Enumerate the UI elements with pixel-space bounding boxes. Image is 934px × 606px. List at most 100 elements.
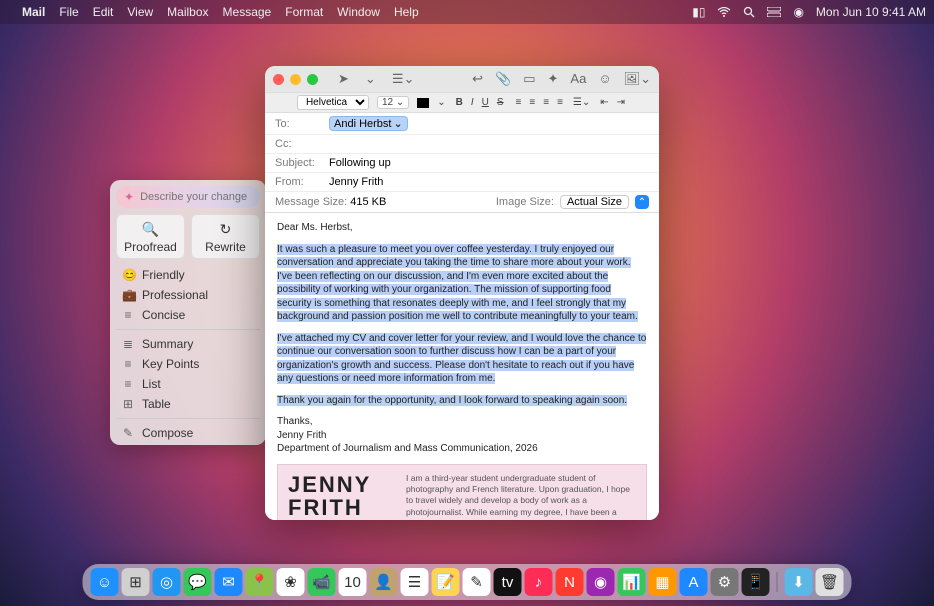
dock-facetime[interactable]: 📹 <box>308 568 336 596</box>
dock-keynote[interactable]: ▦ <box>649 568 677 596</box>
recipient-token[interactable]: Andi Herbst⌄ <box>329 116 408 131</box>
attachment-preview[interactable]: JENNY FRITH I am a third-year student un… <box>277 464 647 521</box>
table-icon: ⊞ <box>122 397 134 411</box>
window-titlebar[interactable]: ➤ ⌄ ☰⌄ ↩ 📎 ▭ ✦ Aa ☺ 🖼⌄ <box>265 66 659 92</box>
message-body[interactable]: Dear Ms. Herbst, It was such a pleasure … <box>265 213 659 520</box>
dock-mail[interactable]: ✉ <box>215 568 243 596</box>
window-maximize[interactable] <box>307 74 318 85</box>
resume-name-line2: FRITH <box>288 496 388 519</box>
dock-downloads[interactable]: ⬇ <box>785 568 813 596</box>
clock[interactable]: Mon Jun 10 9:41 AM <box>816 5 926 19</box>
dock-finder[interactable]: ☺ <box>91 568 119 596</box>
writing-tools-input[interactable] <box>140 191 266 203</box>
align-center[interactable]: ≡ <box>527 97 537 108</box>
from-field[interactable]: Jenny Frith <box>329 176 649 188</box>
rewrite-button[interactable]: ↻ Rewrite <box>191 214 260 259</box>
writing-tools-prompt[interactable]: ✦ <box>116 186 260 208</box>
dock-appstore[interactable]: A <box>680 568 708 596</box>
color-menu[interactable]: ⌄ <box>437 97 445 108</box>
dock-settings[interactable]: ⚙ <box>711 568 739 596</box>
wifi-icon[interactable] <box>717 7 731 17</box>
tone-professional[interactable]: 💼 Professional <box>110 285 266 305</box>
dock-reminders[interactable]: ☰ <box>401 568 429 596</box>
bold-button[interactable]: B <box>454 97 465 108</box>
siri-icon[interactable]: ◉ <box>793 5 803 19</box>
dock-freeform[interactable]: ✎ <box>463 568 491 596</box>
send-menu[interactable]: ⌄ <box>365 71 376 87</box>
to-label: To: <box>275 118 329 130</box>
message-size-value: 415 KB <box>350 196 386 208</box>
align-right[interactable]: ≡ <box>541 97 551 108</box>
battery-icon[interactable]: ▮▯ <box>692 5 705 19</box>
reply-button[interactable]: ↩ <box>472 71 483 87</box>
dock-photos[interactable]: ❀ <box>277 568 305 596</box>
dock-trash[interactable]: 🗑 <box>816 568 844 596</box>
format-button[interactable]: Aa <box>570 71 586 87</box>
sparkle-icon: ✦ <box>124 190 134 204</box>
outdent-button[interactable]: ⇤ <box>598 97 610 108</box>
body-paragraph-2: I've attached my CV and cover letter for… <box>277 333 646 385</box>
menu-view[interactable]: View <box>127 5 153 19</box>
strike-button[interactable]: S <box>495 97 506 108</box>
app-menu[interactable]: Mail <box>22 5 45 19</box>
dock-music[interactable]: ♪ <box>525 568 553 596</box>
rewrite-label: Rewrite <box>205 240 246 254</box>
include-attachment-button[interactable]: ▭ <box>523 71 535 87</box>
compose-item[interactable]: ✎ Compose <box>110 423 266 443</box>
image-size-select[interactable]: Actual Size <box>560 195 629 209</box>
dock-contacts[interactable]: 👤 <box>370 568 398 596</box>
dock-maps[interactable]: 📍 <box>246 568 274 596</box>
menu-edit[interactable]: Edit <box>93 5 114 19</box>
align-justify[interactable]: ≡ <box>555 97 565 108</box>
list-style[interactable]: ☰⌄ <box>573 97 590 108</box>
dock-iphone[interactable]: 📱 <box>742 568 770 596</box>
menu-help[interactable]: Help <box>394 5 419 19</box>
font-size-select[interactable]: 12 ⌄ <box>377 96 409 109</box>
photo-browser-button[interactable]: 🖼⌄ <box>624 71 651 87</box>
search-icon[interactable] <box>743 6 755 18</box>
text-color[interactable] <box>417 98 429 108</box>
dock-notes[interactable]: 📝 <box>432 568 460 596</box>
summary-icon: ≣ <box>122 337 134 351</box>
emoji-button[interactable]: ☺ <box>598 71 611 87</box>
attach-button[interactable]: 📎 <box>495 71 511 87</box>
italic-button[interactable]: I <box>469 97 476 108</box>
transform-table[interactable]: ⊞ Table <box>110 394 266 414</box>
dock-safari[interactable]: ◎ <box>153 568 181 596</box>
transform-list[interactable]: ≡ List <box>110 374 266 394</box>
proofread-button[interactable]: 🔍 Proofread <box>116 214 185 259</box>
subject-field[interactable]: Following up <box>329 157 649 169</box>
keypoints-icon: ≡ <box>122 357 134 371</box>
menu-file[interactable]: File <box>59 5 78 19</box>
dock-numbers[interactable]: 📊 <box>618 568 646 596</box>
tone-concise[interactable]: ≡ Concise <box>110 305 266 325</box>
lines-icon: ≡ <box>122 308 134 322</box>
header-fields-button[interactable]: ☰⌄ <box>392 71 415 87</box>
tone-label: Concise <box>142 308 185 322</box>
menu-format[interactable]: Format <box>285 5 323 19</box>
menu-message[interactable]: Message <box>223 5 272 19</box>
font-select[interactable]: Helvetica <box>297 95 369 110</box>
menu-mailbox[interactable]: Mailbox <box>167 5 208 19</box>
window-close[interactable] <box>273 74 284 85</box>
tone-friendly[interactable]: 😊 Friendly <box>110 265 266 285</box>
underline-button[interactable]: U <box>480 97 491 108</box>
writing-tools-button[interactable]: ✦ <box>548 71 559 87</box>
indent-button[interactable]: ⇥ <box>615 97 627 108</box>
dock-launchpad[interactable]: ⊞ <box>122 568 150 596</box>
dock-podcasts[interactable]: ◉ <box>587 568 615 596</box>
window-minimize[interactable] <box>290 74 301 85</box>
dock-messages[interactable]: 💬 <box>184 568 212 596</box>
control-center-icon[interactable] <box>767 7 781 17</box>
menu-window[interactable]: Window <box>337 5 380 19</box>
dock-tv[interactable]: tv <box>494 568 522 596</box>
transform-keypoints[interactable]: ≡ Key Points <box>110 354 266 374</box>
dock-news[interactable]: N <box>556 568 584 596</box>
dock-calendar[interactable]: 10 <box>339 568 367 596</box>
transform-summary[interactable]: ≣ Summary <box>110 334 266 354</box>
send-button[interactable]: ➤ <box>338 71 349 87</box>
body-greeting: Dear Ms. Herbst, <box>277 221 647 235</box>
to-field[interactable]: Andi Herbst⌄ <box>329 116 649 131</box>
image-size-menu[interactable]: ⌃ <box>635 195 649 209</box>
align-left[interactable]: ≡ <box>514 97 524 108</box>
